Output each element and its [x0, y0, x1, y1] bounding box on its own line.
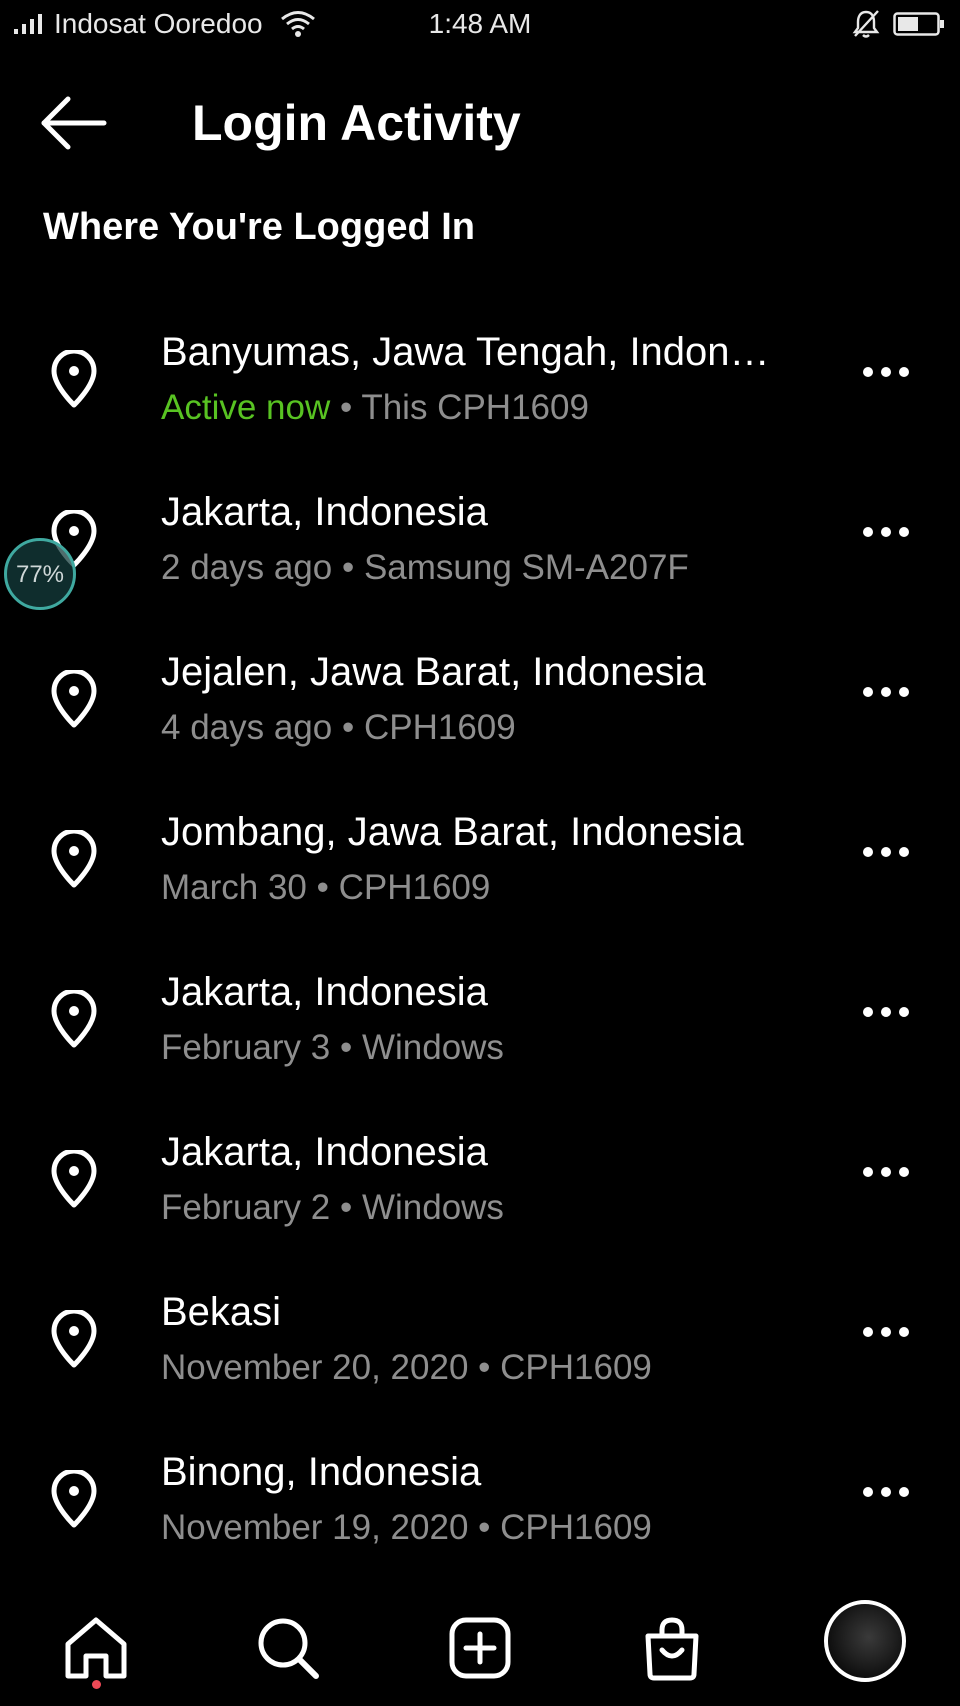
bell-muted-icon — [852, 10, 880, 38]
status-bar: Indosat Ooredoo 1:48 AM — [0, 0, 960, 50]
nav-search-button[interactable] — [248, 1608, 328, 1688]
session-status: November 19, 2020 — [161, 1508, 469, 1547]
session-device: CPH1609 — [338, 868, 491, 907]
session-location: Jakarta, Indonesia — [161, 490, 488, 534]
back-button[interactable] — [38, 92, 110, 154]
more-horizontal-icon[interactable] — [858, 1306, 914, 1358]
session-device: Windows — [361, 1188, 504, 1227]
session-device: Samsung SM-A207F — [363, 548, 689, 587]
session-meta: March 30 • CPH1609 — [161, 868, 490, 908]
session-location: Jombang, Jawa Barat, Indonesia — [161, 810, 744, 854]
session-location: Binong, Indonesia — [161, 1450, 482, 1494]
session-meta: 4 days ago • CPH1609 — [161, 708, 516, 748]
session-device: This CPH1609 — [361, 388, 589, 427]
session-device: CPH1609 — [363, 708, 516, 747]
meta-separator: • — [468, 1348, 501, 1387]
session-item[interactable]: Jejalen, Jawa Barat, Indonesia 4 days ag… — [0, 620, 960, 780]
floating-widget-percent: 77% — [15, 561, 65, 588]
meta-separator: • — [332, 708, 364, 747]
bottom-nav — [0, 1590, 960, 1706]
battery-icon — [893, 12, 944, 36]
session-status: March 30 — [161, 868, 307, 907]
session-device: CPH1609 — [500, 1508, 652, 1547]
location-pin-icon — [51, 830, 97, 888]
session-status: November 20, 2020 — [161, 1348, 469, 1387]
nav-create-button[interactable] — [440, 1608, 520, 1688]
session-device: CPH1609 — [500, 1348, 652, 1387]
session-item[interactable]: Jombang, Jawa Barat, Indonesia March 30 … — [0, 780, 960, 940]
more-horizontal-icon[interactable] — [858, 666, 914, 718]
session-location: Jakarta, Indonesia — [161, 970, 488, 1014]
meta-separator: • — [468, 1508, 501, 1547]
clock: 1:48 AM — [428, 8, 532, 39]
meta-separator: • — [330, 1188, 362, 1227]
nav-profile-avatar[interactable] — [824, 1600, 906, 1682]
more-horizontal-icon[interactable] — [858, 506, 914, 558]
location-pin-icon — [51, 350, 97, 408]
meta-separator: • — [306, 868, 339, 907]
section-title: Where You're Logged In — [43, 206, 475, 248]
meta-separator: • — [330, 1028, 362, 1067]
session-item[interactable]: Banyumas, Jawa Tengah, Indonesia Active … — [0, 300, 960, 460]
header: Login Activity — [0, 70, 960, 180]
session-status: February 3 — [161, 1028, 331, 1067]
more-horizontal-icon[interactable] — [858, 826, 914, 878]
nav-shop-button[interactable] — [632, 1608, 712, 1688]
session-meta: February 2 • Windows — [161, 1188, 504, 1228]
session-status: February 2 — [161, 1188, 331, 1227]
session-item[interactable]: Binong, Indonesia November 19, 2020 • CP… — [0, 1420, 960, 1580]
session-meta: February 3 • Windows — [161, 1028, 504, 1068]
session-item[interactable]: Jakarta, Indonesia February 3 • Windows — [0, 940, 960, 1100]
more-horizontal-icon[interactable] — [858, 986, 914, 1038]
home-icon — [65, 1617, 127, 1679]
session-item[interactable]: Jakarta, Indonesia 2 days ago • Samsung … — [0, 460, 960, 620]
notification-dot — [92, 1680, 101, 1689]
location-pin-icon — [51, 670, 97, 728]
session-location: Bekasi — [161, 1290, 282, 1334]
session-status: Active now — [161, 388, 331, 427]
session-device: Windows — [361, 1028, 504, 1067]
search-icon — [258, 1618, 319, 1679]
session-status: 4 days ago — [161, 708, 333, 747]
session-meta: November 20, 2020 • CPH1609 — [161, 1348, 652, 1388]
location-pin-icon — [51, 990, 97, 1048]
page-title: Login Activity — [192, 95, 521, 151]
more-horizontal-icon[interactable] — [858, 346, 914, 398]
session-item[interactable]: Bekasi November 20, 2020 • CPH1609 — [0, 1260, 960, 1420]
more-horizontal-icon[interactable] — [858, 1146, 914, 1198]
shop-bag-icon — [645, 1617, 699, 1681]
more-horizontal-icon[interactable] — [858, 1466, 914, 1518]
meta-separator: • — [330, 388, 362, 427]
create-post-icon — [449, 1617, 511, 1679]
meta-separator: • — [332, 548, 364, 587]
session-item[interactable]: Jakarta, Indonesia February 2 • Windows — [0, 1100, 960, 1260]
session-location: Jakarta, Indonesia — [161, 1130, 488, 1174]
session-meta: November 19, 2020 • CPH1609 — [161, 1508, 652, 1548]
session-location: Jejalen, Jawa Barat, Indonesia — [161, 650, 706, 694]
location-pin-icon — [51, 1150, 97, 1208]
location-pin-icon — [51, 1470, 97, 1528]
floating-overlay-widget[interactable]: 77% — [4, 538, 76, 610]
session-meta: 2 days ago • Samsung SM-A207F — [161, 548, 689, 588]
sessions-list: Banyumas, Jawa Tengah, Indonesia Active … — [0, 300, 960, 1580]
session-location: Banyumas, Jawa Tengah, Indonesia — [161, 330, 791, 374]
nav-home-button[interactable] — [56, 1608, 136, 1688]
location-pin-icon — [51, 1310, 97, 1368]
session-status: 2 days ago — [161, 548, 333, 587]
arrow-left-icon — [41, 96, 107, 150]
session-meta: Active now • This CPH1609 — [161, 388, 589, 428]
